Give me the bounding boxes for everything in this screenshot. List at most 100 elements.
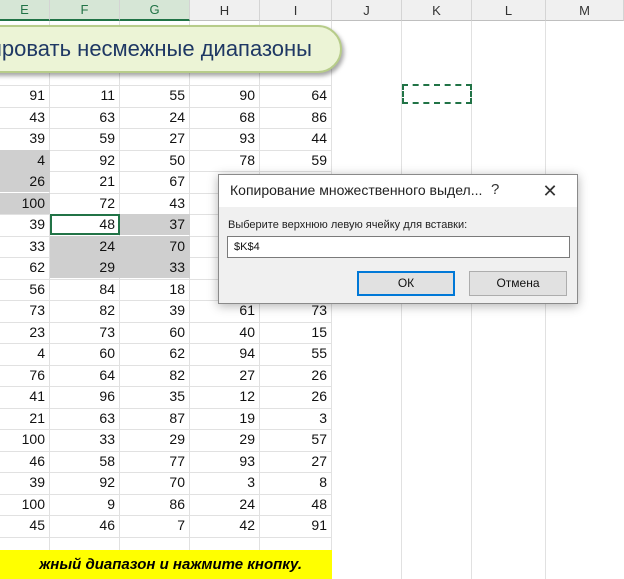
cell-g-2[interactable]: 27 <box>120 128 190 149</box>
cell-e-20[interactable]: 45 <box>0 515 50 536</box>
cell-h-3[interactable]: 78 <box>190 150 260 171</box>
cell-h-12[interactable]: 94 <box>190 343 260 364</box>
cell-f-9[interactable]: 84 <box>50 279 120 300</box>
column-header-k[interactable]: K <box>402 0 472 21</box>
cell-g-19[interactable]: 86 <box>120 494 190 515</box>
cell-e-16[interactable]: 100 <box>0 429 50 450</box>
cell-f-0[interactable]: 11 <box>50 85 120 106</box>
cell-g-17[interactable]: 77 <box>120 451 190 472</box>
cell-g-4[interactable]: 67 <box>120 171 190 192</box>
cell-i-15[interactable]: 3 <box>260 408 332 429</box>
cell-i-20[interactable]: 91 <box>260 515 332 536</box>
cell-i-2[interactable]: 44 <box>260 128 332 149</box>
cell-h-11[interactable]: 40 <box>190 322 260 343</box>
instruction-strip[interactable]: жный диапазон и нажмите кнопку. <box>0 550 332 579</box>
cell-g-0[interactable]: 55 <box>120 85 190 106</box>
cell-f-17[interactable]: 58 <box>50 451 120 472</box>
cell-e-2[interactable]: 39 <box>0 128 50 149</box>
cell-e-13[interactable]: 76 <box>0 365 50 386</box>
column-header-l[interactable]: L <box>472 0 546 21</box>
cell-g-18[interactable]: 70 <box>120 472 190 493</box>
cell-f-10[interactable]: 82 <box>50 300 120 321</box>
cell-e-9[interactable]: 56 <box>0 279 50 300</box>
cell-e-5[interactable]: 100 <box>0 193 50 214</box>
cell-e-15[interactable]: 21 <box>0 408 50 429</box>
cell-f-2[interactable]: 59 <box>50 128 120 149</box>
cell-e-7[interactable]: 33 <box>0 236 50 257</box>
column-header-e[interactable]: E <box>0 0 50 21</box>
column-header-i[interactable]: I <box>260 0 332 21</box>
cell-e-18[interactable]: 39 <box>0 472 50 493</box>
help-icon[interactable]: ? <box>491 181 499 198</box>
cell-i-12[interactable]: 55 <box>260 343 332 364</box>
cell-g-8[interactable]: 33 <box>120 257 190 278</box>
cell-f-7[interactable]: 24 <box>50 236 120 257</box>
cell-h-0[interactable]: 90 <box>190 85 260 106</box>
cell-i-19[interactable]: 48 <box>260 494 332 515</box>
close-icon[interactable]: ✕ <box>535 178 565 204</box>
cell-f-11[interactable]: 73 <box>50 322 120 343</box>
cell-e-0[interactable]: 91 <box>0 85 50 106</box>
cell-g-11[interactable]: 60 <box>120 322 190 343</box>
cell-e-14[interactable]: 41 <box>0 386 50 407</box>
cell-f-8[interactable]: 29 <box>50 257 120 278</box>
cell-e-4[interactable]: 26 <box>0 171 50 192</box>
cell-f-12[interactable]: 60 <box>50 343 120 364</box>
title-banner-shape[interactable]: ировать несмежные диапазоны <box>0 25 342 73</box>
cell-i-18[interactable]: 8 <box>260 472 332 493</box>
cell-g-5[interactable]: 43 <box>120 193 190 214</box>
cell-e-8[interactable]: 62 <box>0 257 50 278</box>
column-header-j[interactable]: J <box>332 0 402 21</box>
target-cell-input[interactable] <box>227 236 570 258</box>
cell-g-3[interactable]: 50 <box>120 150 190 171</box>
cell-i-0[interactable]: 64 <box>260 85 332 106</box>
cell-e-12[interactable]: 4 <box>0 343 50 364</box>
cell-e-3[interactable]: 4 <box>0 150 50 171</box>
cell-g-13[interactable]: 82 <box>120 365 190 386</box>
cell-h-13[interactable]: 27 <box>190 365 260 386</box>
cell-i-13[interactable]: 26 <box>260 365 332 386</box>
cell-g-7[interactable]: 70 <box>120 236 190 257</box>
cell-g-14[interactable]: 35 <box>120 386 190 407</box>
cell-f-16[interactable]: 33 <box>50 429 120 450</box>
cell-g-9[interactable]: 18 <box>120 279 190 300</box>
cell-i-17[interactable]: 27 <box>260 451 332 472</box>
cell-h-18[interactable]: 3 <box>190 472 260 493</box>
cell-e-6[interactable]: 39 <box>0 214 50 235</box>
column-header-f[interactable]: F <box>50 0 120 21</box>
column-header-g[interactable]: G <box>120 0 190 21</box>
cell-f-3[interactable]: 92 <box>50 150 120 171</box>
column-header-m[interactable]: M <box>546 0 624 21</box>
dialog-title-bar[interactable]: Копирование множественного выдел... ? ✕ <box>219 175 577 207</box>
cell-g-1[interactable]: 24 <box>120 107 190 128</box>
cell-f-20[interactable]: 46 <box>50 515 120 536</box>
cell-f-18[interactable]: 92 <box>50 472 120 493</box>
cell-h-19[interactable]: 24 <box>190 494 260 515</box>
cell-f-13[interactable]: 64 <box>50 365 120 386</box>
cell-h-15[interactable]: 19 <box>190 408 260 429</box>
cell-f-4[interactable]: 21 <box>50 171 120 192</box>
cell-g-20[interactable]: 7 <box>120 515 190 536</box>
cell-e-1[interactable]: 43 <box>0 107 50 128</box>
cell-h-2[interactable]: 93 <box>190 128 260 149</box>
cell-e-11[interactable]: 23 <box>0 322 50 343</box>
cell-g-12[interactable]: 62 <box>120 343 190 364</box>
cell-e-19[interactable]: 100 <box>0 494 50 515</box>
cell-f-1[interactable]: 63 <box>50 107 120 128</box>
cell-g-16[interactable]: 29 <box>120 429 190 450</box>
cell-h-14[interactable]: 12 <box>190 386 260 407</box>
cell-i-14[interactable]: 26 <box>260 386 332 407</box>
ok-button[interactable]: ОК <box>357 271 455 296</box>
cell-f-15[interactable]: 63 <box>50 408 120 429</box>
cell-f-19[interactable]: 9 <box>50 494 120 515</box>
cell-h-20[interactable]: 42 <box>190 515 260 536</box>
cell-h-16[interactable]: 29 <box>190 429 260 450</box>
cell-g-10[interactable]: 39 <box>120 300 190 321</box>
cell-e-10[interactable]: 73 <box>0 300 50 321</box>
cell-g-6[interactable]: 37 <box>120 214 190 235</box>
cell-i-1[interactable]: 86 <box>260 107 332 128</box>
cell-i-3[interactable]: 59 <box>260 150 332 171</box>
cell-g-15[interactable]: 87 <box>120 408 190 429</box>
cell-e-17[interactable]: 46 <box>0 451 50 472</box>
cell-f-6[interactable]: 48 <box>50 214 120 235</box>
